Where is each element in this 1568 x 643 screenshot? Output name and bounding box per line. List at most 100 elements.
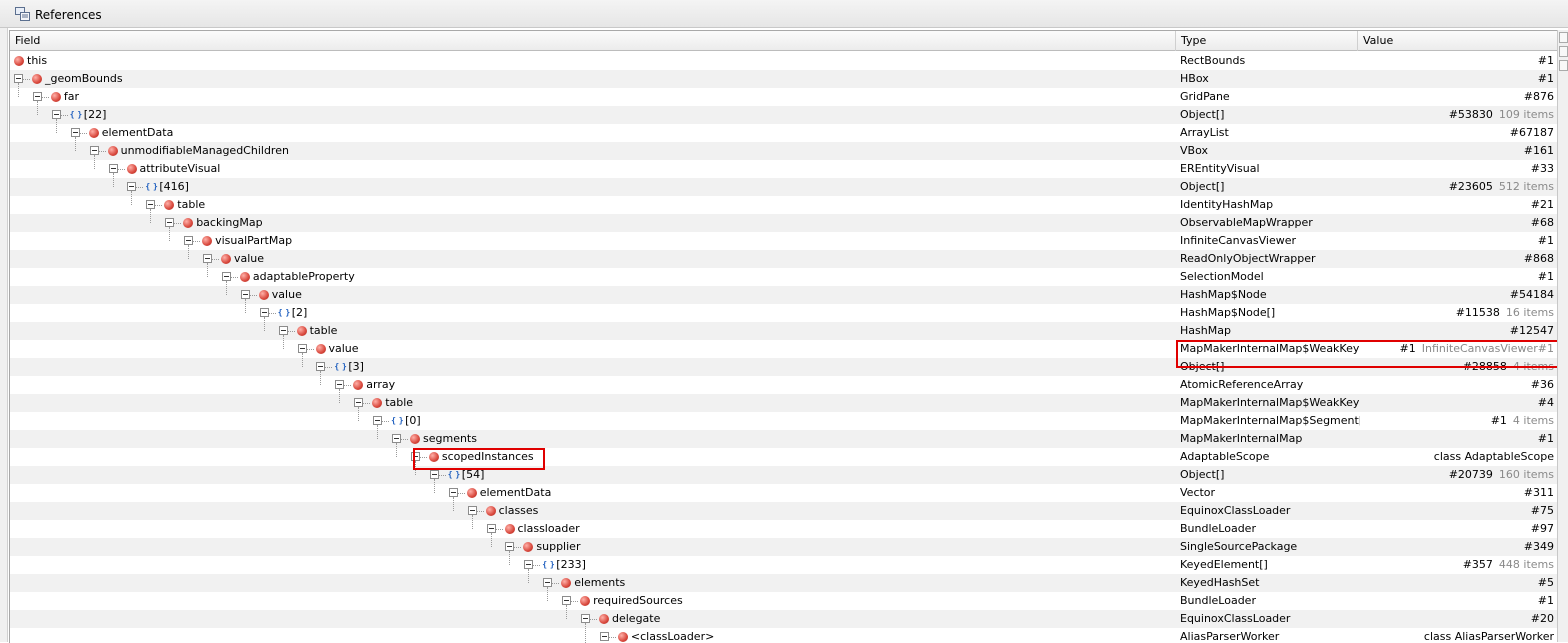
column-header-type[interactable]: Type xyxy=(1176,31,1358,51)
table-row[interactable]: attributeVisual EREntityVisual #33 xyxy=(10,160,1558,178)
collapse-toggle-icon[interactable] xyxy=(221,272,231,281)
table-row[interactable]: _geomBounds HBox #1 xyxy=(10,70,1558,88)
value-id: #4 xyxy=(1537,396,1554,409)
collapse-toggle-icon[interactable] xyxy=(32,92,42,101)
table-row[interactable]: visualPartMap InfiniteCanvasViewer #1 xyxy=(10,232,1558,250)
collapse-toggle-icon[interactable] xyxy=(562,596,572,605)
collapse-toggle-icon[interactable] xyxy=(599,632,609,641)
collapse-toggle-icon[interactable] xyxy=(108,164,118,173)
collapse-toggle-icon[interactable] xyxy=(184,236,194,245)
type-cell: SelectionModel xyxy=(1180,270,1264,283)
collapse-toggle-icon[interactable] xyxy=(51,110,61,119)
column-selector-icon[interactable] xyxy=(1559,32,1568,43)
field-name: classes xyxy=(498,504,539,517)
collapse-toggle-icon[interactable] xyxy=(543,578,553,587)
column-header-field[interactable]: Field xyxy=(10,31,1176,51)
collapse-toggle-icon[interactable] xyxy=(354,398,364,407)
collapse-toggle-icon[interactable] xyxy=(316,362,326,371)
collapse-toggle-icon[interactable] xyxy=(524,560,534,569)
collapse-toggle-icon[interactable] xyxy=(14,74,23,83)
field-icon xyxy=(221,254,231,264)
collapse-toggle-icon[interactable] xyxy=(89,146,99,155)
collapse-toggle-icon[interactable] xyxy=(581,614,590,623)
table-row[interactable]: { } [22] Object[] #53830 109 items xyxy=(10,106,1558,124)
scroll-thumb[interactable] xyxy=(1559,60,1568,71)
collapse-toggle-icon[interactable] xyxy=(467,506,477,515)
collapse-toggle-icon[interactable] xyxy=(146,200,156,209)
collapse-toggle-icon[interactable] xyxy=(373,416,383,425)
collapse-toggle-icon[interactable] xyxy=(448,488,458,497)
field-name: _geomBounds xyxy=(45,72,123,85)
column-header-value[interactable]: Value xyxy=(1358,31,1558,51)
field-icon xyxy=(372,398,383,408)
table-row[interactable]: backingMap ObservableMapWrapper #68 xyxy=(10,214,1558,232)
value-id: #67187 xyxy=(1509,126,1554,139)
field-cell: { } [2] xyxy=(10,304,1176,322)
table-row[interactable]: elementData Vector #311 xyxy=(10,484,1558,502)
table-row[interactable]: { } [233] KeyedElement[] #357 448 items xyxy=(10,556,1558,574)
table-row[interactable]: unmodifiableManagedChildren VBox #161 xyxy=(10,142,1558,160)
field-cell: segments xyxy=(10,430,1176,448)
table-row[interactable]: classloader BundleLoader #97 xyxy=(10,520,1558,538)
array-icon: { } xyxy=(277,308,290,317)
collapse-toggle-icon[interactable] xyxy=(392,434,401,443)
table-row[interactable]: this RectBounds #1 xyxy=(10,52,1558,70)
table-row[interactable]: { } [54] Object[] #20739 160 items xyxy=(10,466,1558,484)
value-id: #311 xyxy=(1523,486,1554,499)
field-cell: { } [3] xyxy=(10,358,1176,376)
table-row[interactable]: array AtomicReferenceArray #36 xyxy=(10,376,1558,394)
collapse-toggle-icon[interactable] xyxy=(259,308,269,317)
field-name: classloader xyxy=(517,522,580,535)
field-name: [233] xyxy=(556,558,586,571)
value-cell: #75 xyxy=(1362,502,1554,520)
collapse-toggle-icon[interactable] xyxy=(486,524,496,533)
table-row[interactable]: delegate EquinoxClassLoader #20 xyxy=(10,610,1558,628)
field-name: attributeVisual xyxy=(139,162,221,175)
table-row[interactable]: elements KeyedHashSet #5 xyxy=(10,574,1558,592)
collapse-toggle-icon[interactable] xyxy=(240,290,250,299)
collapse-toggle-icon[interactable] xyxy=(165,218,175,227)
tree-connector xyxy=(438,475,446,477)
array-icon: { } xyxy=(334,362,346,371)
field-name: this xyxy=(27,54,48,67)
table-row[interactable]: classes EquinoxClassLoader #75 xyxy=(10,502,1558,520)
vertical-scrollbar[interactable] xyxy=(1557,30,1568,642)
array-icon: { } xyxy=(542,560,554,569)
field-name: [0] xyxy=(405,414,421,427)
table-row[interactable]: { } [0] MapMakerInternalMap$Segment[] #1 4 i… xyxy=(10,412,1558,430)
scroll-up-button[interactable] xyxy=(1559,46,1568,57)
table-row[interactable]: { } [2] HashMap$Node[] #11538 16 items xyxy=(10,304,1558,322)
collapse-toggle-icon[interactable] xyxy=(70,128,80,137)
table-row[interactable]: adaptableProperty SelectionModel #1 xyxy=(10,268,1558,286)
table-row[interactable]: segments MapMakerInternalMap #1 xyxy=(10,430,1558,448)
table-row[interactable]: value HashMap$Node #54184 xyxy=(10,286,1558,304)
collapse-toggle-icon[interactable] xyxy=(127,182,137,191)
table-row[interactable]: value ReadOnlyObjectWrapper #868 xyxy=(10,250,1558,268)
table-row[interactable]: scopedInstances AdaptableScope class Adapt… xyxy=(10,448,1558,466)
collapse-toggle-icon[interactable] xyxy=(505,542,515,551)
table-row[interactable]: far GridPane #876 xyxy=(10,88,1558,106)
table-row[interactable]: requiredSources BundleLoader #1 xyxy=(10,592,1558,610)
value-id: #1 xyxy=(1537,594,1554,607)
value-extra: 16 items xyxy=(1505,306,1554,319)
type-cell: MapMakerInternalMap xyxy=(1180,432,1303,445)
value-cell: #20739 160 items xyxy=(1362,466,1554,484)
collapse-toggle-icon[interactable] xyxy=(429,470,439,479)
table-row[interactable]: table IdentityHashMap #21 xyxy=(10,196,1558,214)
value-id: #5 xyxy=(1537,576,1554,589)
collapse-toggle-icon[interactable] xyxy=(203,254,212,263)
table-row[interactable]: <classLoader> AliasParserWorker class Alia… xyxy=(10,628,1558,643)
table-row[interactable]: table HashMap #12547 xyxy=(10,322,1558,340)
collapse-toggle-icon[interactable] xyxy=(278,326,288,335)
table-row[interactable]: table MapMakerInternalMap$WeakKey… #4 xyxy=(10,394,1558,412)
table-row[interactable]: elementData ArrayList #67187 xyxy=(10,124,1558,142)
collapse-toggle-icon[interactable] xyxy=(335,380,345,389)
field-cell: elementData xyxy=(10,124,1176,142)
table-row[interactable]: supplier SingleSourcePackage #349 xyxy=(10,538,1558,556)
field-icon xyxy=(258,290,269,300)
collapse-toggle-icon[interactable] xyxy=(297,344,307,353)
field-name: visualPartMap xyxy=(215,234,293,247)
table-row[interactable]: { } [416] Object[] #23605 512 items xyxy=(10,178,1558,196)
field-cell: this xyxy=(10,52,1176,70)
tree-guide-line xyxy=(188,245,190,259)
